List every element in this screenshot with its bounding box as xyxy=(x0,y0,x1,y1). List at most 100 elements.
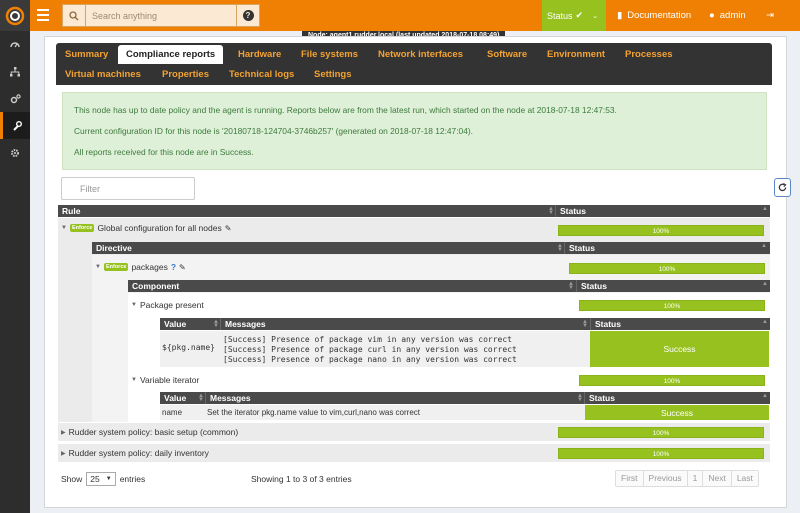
alert-line-2: Current configuration ID for this node i… xyxy=(74,126,473,136)
tab-software[interactable]: Software xyxy=(487,49,527,60)
status-cell: Success xyxy=(585,405,769,420)
enforce-badge: Enforce xyxy=(103,263,129,271)
pencil-icon[interactable]: ✎ xyxy=(225,224,232,233)
chevron-down-icon: ▼ xyxy=(105,476,112,482)
value-cell: name xyxy=(162,408,183,417)
entries-label: entries xyxy=(119,474,146,484)
compliance-bar: 100% xyxy=(579,300,765,311)
value-column-header[interactable]: Value xyxy=(160,392,186,404)
tab-virtual-machines[interactable]: Virtual machines xyxy=(65,69,141,80)
tab-environment[interactable]: Environment xyxy=(547,49,605,60)
tab-processes[interactable]: Processes xyxy=(625,49,673,60)
rudder-logo[interactable] xyxy=(0,0,30,31)
alert-line-3: All reports received for this node are i… xyxy=(74,147,254,157)
sort-icon: ▲ ▼ xyxy=(213,319,219,329)
book-icon: ▮ xyxy=(617,10,623,21)
value-cell: ${pkg.name} xyxy=(162,343,215,352)
compliance-bar: 100% xyxy=(579,375,765,386)
value-status-column-header[interactable]: Status xyxy=(584,392,615,404)
compliance-bar: 100% xyxy=(558,448,764,459)
entries-value: 25 xyxy=(90,474,100,484)
sort-icon: ▲ xyxy=(761,243,767,249)
message-line: [Success] Presence of package curl in an… xyxy=(223,345,517,354)
page-1-button[interactable]: 1 xyxy=(687,471,704,486)
user-icon: ● xyxy=(709,10,715,21)
rule-table-header: Rule ▲ ▼ Status ▲ xyxy=(58,205,770,217)
component-status-column-header[interactable]: Status xyxy=(576,280,607,292)
rule-name: Rudder system policy: daily inventory xyxy=(68,448,209,458)
sidebar-item-dashboard[interactable] xyxy=(0,31,30,58)
messages-column-header[interactable]: Messages xyxy=(205,392,251,404)
search-help-button[interactable]: ? xyxy=(236,5,259,26)
value-column-header[interactable]: Value xyxy=(160,318,186,330)
wrench-icon xyxy=(12,120,22,131)
question-icon[interactable]: ? xyxy=(171,262,176,272)
sidebar-item-utilities[interactable] xyxy=(0,112,30,139)
status-menu[interactable]: Status ✔ ⌄ xyxy=(542,0,606,31)
first-page-button[interactable]: First xyxy=(616,471,644,486)
rule-row-basic-setup[interactable]: ▶ Rudder system policy: basic setup (com… xyxy=(61,427,238,437)
tab-bar: Summary Compliance reports Hardware File… xyxy=(56,43,772,85)
rule-row-daily-inventory[interactable]: ▶ Rudder system policy: daily inventory xyxy=(61,448,209,458)
filter-input[interactable] xyxy=(61,177,195,200)
status-label: Status xyxy=(547,10,573,21)
rule-status-column-header[interactable]: Status xyxy=(555,205,586,217)
component-name: Variable iterator xyxy=(139,375,200,385)
node-details-panel: Summary Compliance reports Hardware File… xyxy=(44,36,791,508)
component-row-package-present[interactable]: ▼ Package present xyxy=(131,300,204,310)
component-column-header[interactable]: Component xyxy=(128,280,179,292)
messages-column-header[interactable]: Messages xyxy=(220,318,266,330)
entries-select[interactable]: 25 ▼ xyxy=(86,472,116,486)
value-table-header: Value ▲ ▼ Messages ▲ ▼ Status ▲ xyxy=(160,392,770,404)
tab-network-interfaces[interactable]: Network interfaces xyxy=(378,49,463,60)
chevron-down-icon: ⌄ xyxy=(592,12,598,20)
logout-button[interactable]: ⇥ xyxy=(766,0,774,31)
pencil-icon[interactable]: ✎ xyxy=(179,263,186,272)
tab-settings[interactable]: Settings xyxy=(314,69,351,80)
tab-compliance-reports[interactable]: Compliance reports xyxy=(118,45,224,64)
directive-row-packages[interactable]: ▼ Enforce packages ? ✎ xyxy=(95,262,186,272)
logout-icon: ⇥ xyxy=(766,10,774,21)
refresh-icon xyxy=(778,183,787,192)
caret-down-icon: ▼ xyxy=(95,264,101,270)
next-page-button[interactable]: Next xyxy=(703,471,732,486)
documentation-label: Documentation xyxy=(627,10,692,21)
sort-icon: ▲ ▼ xyxy=(582,319,588,329)
message-line: [Success] Presence of package vim in any… xyxy=(223,335,512,344)
tab-file-systems[interactable]: File systems xyxy=(301,49,358,60)
gear-icon xyxy=(11,148,19,157)
previous-page-button[interactable]: Previous xyxy=(643,471,688,486)
refresh-button[interactable] xyxy=(774,178,791,197)
check-icon: ✔ xyxy=(575,10,584,20)
search-box: ? xyxy=(62,4,260,27)
component-name: Package present xyxy=(139,300,204,310)
value-status-column-header[interactable]: Status xyxy=(590,318,621,330)
tab-hardware[interactable]: Hardware xyxy=(238,49,281,60)
component-row-variable-iterator[interactable]: ▼ Variable iterator xyxy=(131,375,199,385)
sidebar-item-nodes[interactable] xyxy=(0,58,30,85)
rule-column-header[interactable]: Rule xyxy=(58,205,80,217)
search-icon xyxy=(63,5,86,26)
tab-summary[interactable]: Summary xyxy=(65,49,108,60)
caret-down-icon: ▼ xyxy=(61,225,67,231)
search-input[interactable] xyxy=(86,5,236,26)
sort-icon: ▲ ▼ xyxy=(548,206,554,216)
sidebar-item-settings[interactable] xyxy=(0,139,30,166)
alert-line-1: This node has up to date policy and the … xyxy=(74,105,617,115)
sort-icon: ▲ xyxy=(762,281,768,287)
menu-icon[interactable] xyxy=(37,9,49,21)
sitemap-icon xyxy=(10,66,20,76)
sidebar-item-configuration[interactable] xyxy=(0,85,30,112)
directive-status-column-header[interactable]: Status xyxy=(564,242,595,254)
tab-properties[interactable]: Properties xyxy=(162,69,209,80)
documentation-link[interactable]: ▮ Documentation xyxy=(617,0,691,31)
rule-row-global[interactable]: ▼ Enforce Global configuration for all n… xyxy=(61,223,231,233)
directive-column-header[interactable]: Directive xyxy=(92,242,132,254)
user-menu[interactable]: ● admin xyxy=(709,0,746,31)
username: admin xyxy=(719,10,746,21)
last-page-button[interactable]: Last xyxy=(731,471,758,486)
sort-icon: ▲ ▼ xyxy=(198,393,204,403)
component-table-header: Component ▲ ▼ Status ▲ xyxy=(128,280,770,292)
compliance-bar: 100% xyxy=(558,225,764,236)
tab-technical-logs[interactable]: Technical logs xyxy=(229,69,294,80)
